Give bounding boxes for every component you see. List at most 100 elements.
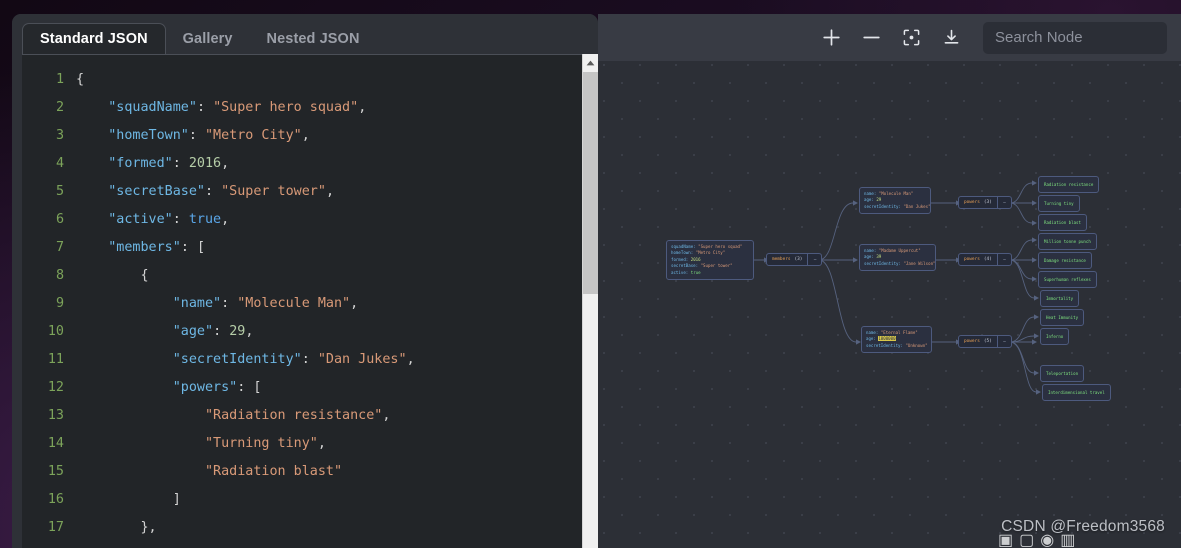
editor-scrollbar[interactable] [582,54,598,548]
code-line-text: "Turning tiny", [76,430,326,458]
zoom-in-icon[interactable] [811,21,851,55]
graph-leaf-node[interactable]: Interdimensional travel [1042,384,1111,401]
node-field-row: secretBase: "Super tower" [671,263,749,270]
code-line-text: "homeTown": "Metro City", [76,122,310,150]
tab-standard-json[interactable]: Standard JSON [22,23,166,54]
node-field-value: "Madame Uppercut" [878,247,921,253]
powers-node-toggle[interactable]: − [996,197,1011,208]
code-line-text: "age": 29, [76,318,254,346]
code-token: "Radiation resistance" [205,408,383,423]
fit-view-icon[interactable] [891,21,931,55]
code-token: "name" [172,296,222,311]
code-token: "formed" [108,156,173,171]
node-field-key: active: [671,269,689,275]
code-token: }, [140,520,157,535]
code-line-text: { [76,66,84,94]
graph-leaf-node[interactable]: Heat Immunity [1040,309,1085,326]
node-field-row: squadName: "Super hero squad" [671,244,749,251]
tab-gallery[interactable]: Gallery [166,23,250,54]
code-token: : [172,156,189,171]
line-number: 6 [55,212,64,227]
graph-leaf-node[interactable]: Teleportation [1040,365,1085,382]
node-field-key: formed: [671,256,689,262]
graph-node-member-1[interactable]: name: "Molecule Man" age: 29 secretIdentit… [859,187,931,214]
code-line-text: "Radiation resistance", [76,402,390,430]
node-field-key: name: [866,329,879,335]
powers-node-label-group: powers (4) [959,254,997,265]
graph-leaf-node[interactable]: Turning tiny [1038,195,1080,212]
code-token: , [358,100,367,115]
graph-leaf-node[interactable]: Radiation blast [1038,214,1087,231]
code-token: "secretBase" [108,184,205,199]
code-token: , [317,436,326,451]
graph-node-member-3[interactable]: name: "Eternal Flame" age: 1000000 secretI… [861,326,932,353]
graph-leaf-node[interactable]: Damage resistance [1038,252,1092,269]
scroll-up-arrow-icon[interactable] [583,54,598,71]
node-field-value: "Super hero squad" [698,243,743,249]
members-node-toggle[interactable]: − [807,254,821,265]
node-field-key: name: [864,247,877,253]
graph-leaf-node[interactable]: Inferno [1040,328,1070,345]
code-line: 11 "secretIdentity": "Dan Jukes", [22,346,598,374]
members-node-label-group: members (3) [767,254,807,265]
graph-node-powers-2[interactable]: powers (4) − [958,253,1012,266]
graph-node-member-2[interactable]: name: "Madame Uppercut" age: 39 secretIden… [859,244,936,271]
search-node-box[interactable] [983,21,1181,54]
node-field-row: secretIdentity: "Dan Jukes" [864,204,931,211]
line-number: 2 [55,100,64,115]
download-icon[interactable] [931,21,971,55]
powers-node-count: (4) [983,257,992,262]
node-field-value: "Unknown" [905,342,928,348]
code-token: , [350,296,359,311]
code-line-text: "formed": 2016, [76,150,229,178]
code-line: 14 "Turning tiny", [22,430,598,458]
taskbar-peek: ▣▢◉▥ [998,532,1082,548]
code-token: : [221,296,238,311]
code-editor[interactable]: 1{2 "squadName": "Super hero squad", 3 "h… [22,55,598,548]
code-token: : [180,240,197,255]
powers-node-toggle[interactable]: − [996,336,1011,347]
node-field-value: "Eternal Flame" [880,329,918,335]
code-token: 2016 [188,156,222,171]
code-token: "homeTown" [108,128,189,143]
tab-nested-json[interactable]: Nested JSON [250,23,377,54]
code-token: "squadName" [108,100,197,115]
code-token: "active" [108,212,173,227]
code-token: : [172,212,189,227]
node-field-key: age: [864,197,874,203]
node-field-key: age: [866,336,876,342]
node-field-value: "Metro City" [695,250,726,256]
code-line: 1{ [22,66,598,94]
powers-node-toggle[interactable]: − [996,254,1011,265]
code-token: , [382,408,391,423]
graph-leaf-node[interactable]: Radiation resistance [1038,176,1100,193]
node-field-row: active: true [671,270,749,277]
graph-node-powers-3[interactable]: powers (5) − [958,335,1012,348]
graph-leaf-node[interactable]: Immortality [1040,290,1080,307]
graph-node-root[interactable]: squadName: "Super hero squad" homeTown: "… [666,240,754,280]
node-field-value: "Super tower" [700,263,733,269]
scrollbar-thumb[interactable] [583,72,598,294]
code-line-text: { [76,262,149,290]
code-token: : [188,128,205,143]
node-field-key: homeTown: [671,250,694,256]
search-input[interactable] [995,29,1181,46]
graph-toolbar [598,14,1181,61]
node-field-row: formed: 2016 [671,257,749,264]
powers-node-count: (5) [983,339,992,344]
graph-node-members[interactable]: members (3) − [766,253,823,266]
graph-leaf-node[interactable]: Million tonne punch [1038,233,1097,250]
line-number: 7 [55,240,64,255]
graph-panel: squadName: "Super hero squad"homeTown: "… [598,14,1181,548]
zoom-out-icon[interactable] [851,21,891,55]
code-token: "age" [172,324,214,339]
code-line: 6 "active": true, [22,206,598,234]
graph-leaf-node[interactable]: Superhuman reflexes [1038,271,1097,288]
graph-canvas[interactable]: squadName: "Super hero squad" homeTown: "… [598,61,1181,548]
code-line: 8 { [22,262,598,290]
graph-node-powers-1[interactable]: powers (3) − [958,196,1012,209]
code-token: , [221,212,230,227]
node-field-key: secretIdentity: [864,260,901,266]
members-node-count: (3) [794,257,803,262]
code-line-text: "active": true, [76,206,229,234]
